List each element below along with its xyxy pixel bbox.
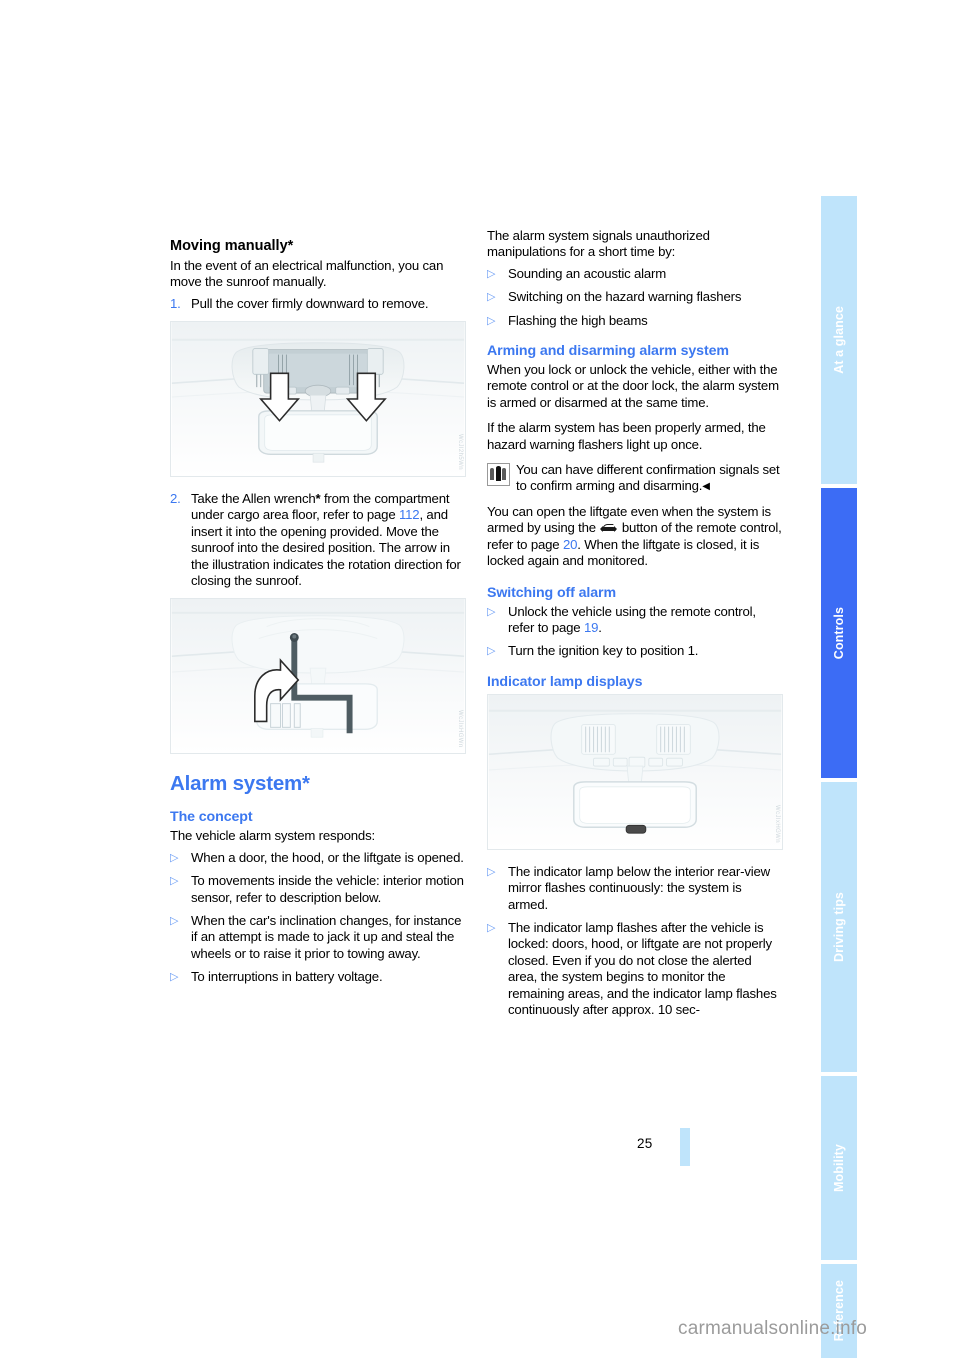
concept-intro: The vehicle alarm system responds: [170, 828, 375, 844]
page-marker-bar [680, 1128, 690, 1166]
tab-label: Driving tips [832, 892, 846, 962]
triangle-bullet-icon: ▷ [170, 971, 179, 984]
step-1-text: Pull the cover firmly downward to remove… [191, 295, 429, 311]
step-2-page-ref[interactable]: 112 [399, 507, 420, 522]
list-item: ▷ Turn the ignition key to position 1. [487, 643, 783, 659]
step-1: 1. Pull the cover firmly downward to rem… [170, 296, 466, 312]
list-item: ▷ Sounding an acoustic alarm [487, 266, 783, 282]
liftgate-page-ref[interactable]: 20 [563, 537, 577, 552]
heading-arming-disarming: Arming and disarming alarm system [487, 343, 729, 360]
triangle-bullet-icon: ▷ [487, 645, 496, 658]
tab-driving-tips[interactable]: Driving tips [821, 782, 857, 1074]
step-2-number: 2. [170, 490, 181, 506]
note-text: You can have different confirmation sign… [516, 462, 780, 494]
list-item: ▷ To interruptions in battery voltage. [170, 969, 466, 985]
tab-label: At a glance [832, 306, 846, 374]
switch-off-text-a: Unlock the vehicle using the remote cont… [508, 603, 756, 635]
heading-switching-off-alarm: Switching off alarm [487, 584, 616, 601]
signals-intro: The alarm system signals unauthorized ma… [487, 228, 710, 260]
list-item-text: The indicator lamp flashes after the veh… [508, 919, 777, 1017]
manual-page: Moving manually* In the event of an elec… [0, 0, 821, 1358]
section-tab-strip: At a glance Controls Driving tips Mobili… [821, 0, 857, 1358]
figure-3-code: WcJIxHGWn [774, 804, 780, 843]
heading-indicator-lamp-displays: Indicator lamp displays [487, 673, 643, 690]
switch-off-text-b: . [598, 619, 602, 635]
tab-label: Mobility [832, 1143, 846, 1193]
tab-at-a-glance[interactable]: At a glance [821, 196, 857, 486]
switch-off-page-ref[interactable]: 19 [584, 620, 598, 635]
arming-paragraph-1: When you lock or unlock the vehicle, eit… [487, 362, 779, 410]
figure-2-code: WcJlxHGWn [457, 709, 463, 748]
note-end-marker: ◀ [702, 481, 710, 493]
list-item-text: Unlock the vehicle using the remote cont… [508, 604, 783, 637]
arming-paragraph-2: If the alarm system has been properly ar… [487, 420, 766, 452]
triangle-bullet-icon: ▷ [170, 851, 179, 864]
step-2-text-a: Take the Allen wrench [191, 490, 316, 506]
list-item: ▷ The indicator lamp flashes after the v… [487, 920, 783, 1018]
list-item-text: When a door, the hood, or the liftgate i… [191, 849, 464, 865]
step-1-number: 1. [170, 295, 181, 311]
triangle-bullet-icon: ▷ [487, 865, 496, 878]
people-programming-icon [487, 463, 510, 487]
list-item: ▷ When a door, the hood, or the liftgate… [170, 850, 466, 866]
figure-1-code: WcJI2h5Wn [457, 433, 463, 470]
figure-3-illustration [488, 694, 782, 849]
list-item: ▷ When the car's inclination changes, fo… [170, 913, 466, 962]
figure-1-illustration [171, 321, 465, 476]
figure-allen-wrench-rotation: WcJlxHGWn [170, 598, 466, 755]
heading-alarm-system: Alarm system* [170, 772, 310, 796]
triangle-bullet-icon: ▷ [170, 875, 179, 888]
tab-controls[interactable]: Controls [821, 488, 857, 780]
triangle-bullet-icon: ▷ [487, 605, 496, 618]
list-item-text: Sounding an acoustic alarm [508, 265, 667, 281]
site-watermark: carmanualsonline.info [678, 1318, 868, 1339]
heading-the-concept: The concept [170, 809, 253, 826]
list-item: ▷ To movements inside the vehicle: inter… [170, 873, 466, 906]
list-item-text: Switching on the hazard warning flashers [508, 289, 742, 305]
liftgate-button-icon [600, 524, 618, 533]
triangle-bullet-icon: ▷ [170, 914, 179, 927]
list-item-text: When the car's inclination changes, for … [191, 912, 462, 961]
step-2: 2. Take the Allen wrench* from the compa… [170, 491, 466, 589]
list-item-text: The indicator lamp below the interior re… [508, 863, 770, 912]
triangle-bullet-icon: ▷ [487, 314, 496, 327]
step-2-text: Take the Allen wrench* from the compartm… [191, 491, 466, 589]
triangle-bullet-icon: ▷ [487, 921, 496, 934]
list-item-text: To movements inside the vehicle: interio… [191, 873, 464, 905]
liftgate-paragraph: You can open the liftgate even when the … [487, 504, 783, 570]
list-item: ▷ Unlock the vehicle using the remote co… [487, 604, 783, 637]
page-number: 25 [637, 1136, 653, 1151]
list-item-text: To interruptions in battery voltage. [191, 969, 383, 985]
figure-2-illustration [171, 599, 465, 754]
figure-sunroof-cover-removal: WcJI2h5Wn [170, 320, 466, 477]
triangle-bullet-icon: ▷ [487, 291, 496, 304]
triangle-bullet-icon: ▷ [487, 267, 496, 280]
right-column: The alarm system signals unauthorized ma… [487, 228, 783, 1025]
list-item-text: Turn the ignition key to position 1. [508, 643, 699, 659]
left-column: Moving manually* In the event of an elec… [170, 228, 466, 993]
moving-manually-intro: In the event of an electrical malfunctio… [170, 257, 444, 290]
tab-label: Controls [832, 606, 846, 660]
note-personal-programming: You can have different confirmation sign… [487, 462, 783, 495]
tab-mobility[interactable]: Mobility [821, 1076, 857, 1262]
heading-moving-manually: Moving manually* [170, 237, 294, 254]
list-item-text: Flashing the high beams [508, 312, 648, 328]
figure-indicator-lamp-location: WcJIxHGWn [487, 693, 783, 850]
tab-reference[interactable]: Reference [821, 1264, 857, 1358]
list-item: ▷ Switching on the hazard warning flashe… [487, 289, 783, 305]
list-item: ▷ The indicator lamp below the interior … [487, 864, 783, 913]
list-item: ▷ Flashing the high beams [487, 313, 783, 329]
